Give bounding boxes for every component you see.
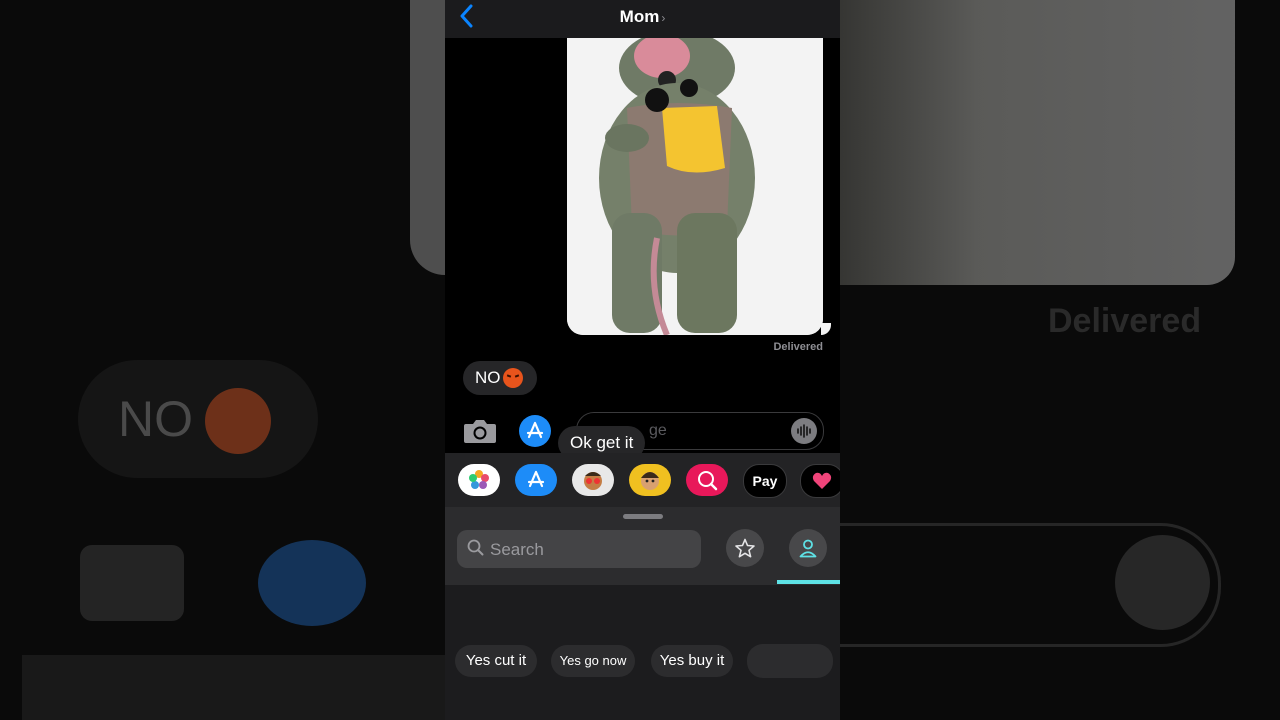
mascot-photo-icon [567, 38, 823, 335]
person-icon[interactable] [789, 529, 827, 567]
tab-indicator [777, 580, 840, 584]
message-placeholder: ge [649, 422, 667, 439]
search-icon [467, 539, 484, 561]
waveform-icon[interactable] [791, 418, 817, 444]
incoming-message-text: NO [475, 368, 501, 387]
blurred-image [410, 0, 445, 275]
search-images-icon[interactable] [686, 464, 728, 496]
memoji-icon[interactable] [629, 464, 671, 496]
sent-photo[interactable] [567, 38, 823, 335]
imessage-app-tray: Pay [445, 453, 840, 507]
blurred-background-left: NO [0, 0, 445, 720]
suggestion-chip-empty[interactable] [747, 644, 833, 678]
search-input[interactable]: Search [457, 530, 701, 568]
blurred-tray [22, 655, 445, 720]
suggestion-chip[interactable]: Yes buy it [651, 645, 733, 677]
blurred-camera-icon [80, 545, 184, 621]
app-store-icon[interactable] [519, 415, 551, 447]
suggestion-chip[interactable]: Yes go now [551, 645, 635, 677]
incoming-message-bubble[interactable]: NO [463, 361, 537, 395]
chevron-right-icon: › [661, 11, 666, 25]
angry-face-emoji [502, 368, 523, 388]
blurred-no-text: NO [118, 391, 193, 447]
memoji-stickers-icon[interactable] [572, 464, 614, 496]
star-icon[interactable] [726, 529, 764, 567]
blurred-waveform-icon [1115, 535, 1210, 630]
blurred-angry-emoji [205, 388, 271, 454]
sticker-drawer: Search Yes cut it Yes go now Yes buy it [445, 507, 840, 720]
search-placeholder: Search [490, 540, 544, 559]
digital-touch-icon[interactable] [800, 464, 840, 498]
camera-icon[interactable] [463, 418, 497, 444]
bubble-tail [821, 323, 831, 335]
conversation-header: Mom › [445, 0, 840, 38]
delivered-status: Delivered [773, 341, 823, 353]
photos-app-icon[interactable] [458, 464, 500, 496]
apple-pay-icon[interactable]: Pay [743, 464, 787, 498]
blurred-bubble [78, 360, 318, 478]
blurred-image [840, 0, 1235, 285]
drawer-handle[interactable] [623, 514, 663, 519]
blurred-background-right: Delivered [840, 0, 1280, 720]
app-store-icon[interactable] [515, 464, 557, 496]
suggestion-chip[interactable]: Yes cut it [455, 645, 537, 677]
contact-name-label: Mom [619, 7, 660, 26]
blurred-delivered-text: Delivered [1048, 302, 1202, 340]
contact-name[interactable]: Mom › [445, 7, 840, 27]
apple-pay-label: Pay [752, 473, 778, 489]
messages-screen: Mom › Delivered NO ge Ok get it Pay Sear… [445, 0, 840, 720]
blurred-app-store-icon [258, 540, 366, 626]
